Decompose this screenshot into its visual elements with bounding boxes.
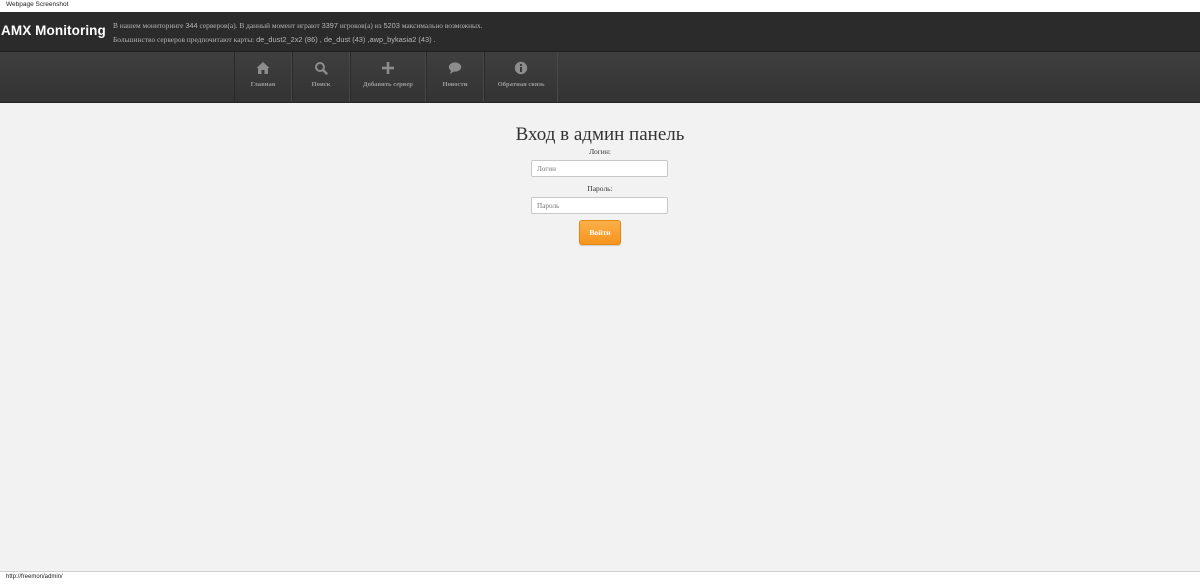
info-icon [514, 61, 528, 75]
stats-text: максимально возможных. [401, 21, 483, 30]
comment-icon [448, 62, 462, 74]
search-icon [315, 62, 328, 75]
player-count: 3397 [321, 21, 339, 30]
main-content: Вход в админ панель Логин: Пароль: Войти [0, 103, 1200, 571]
nav-item-feedback[interactable]: Обратная связь [484, 52, 558, 102]
nav-label: Поиск [311, 81, 331, 88]
password-input[interactable] [531, 197, 668, 214]
nav-label: Добавить сервер [363, 81, 413, 88]
server-count: 344 [185, 21, 198, 30]
max-player-count: 5203 [383, 21, 400, 30]
stats-line-2: Большинство серверов предпочитают карты:… [113, 33, 483, 47]
stats-line-1: В нашем мониторинге 344 серверов(а). В д… [113, 19, 483, 33]
nav-item-search[interactable]: Поиск [292, 52, 350, 102]
stats-text: Большинство серверов предпочитают карты: [113, 35, 255, 44]
page-title: Вход в админ панель [515, 124, 685, 145]
popular-maps: de_dust2_2x2 (86) , de_dust (43) ,awp_by… [256, 35, 436, 44]
status-bar-url: http://freemon/admin/ [0, 571, 1200, 584]
stats-text: игроков(а) из [339, 21, 382, 30]
login-button[interactable]: Войти [579, 220, 621, 245]
nav-label: Новости [442, 81, 468, 88]
login-input[interactable] [531, 160, 668, 177]
nav-item-news[interactable]: Новости [426, 52, 484, 102]
nav-label: Главная [250, 81, 276, 88]
nav-item-add-server[interactable]: Добавить сервер [350, 52, 426, 102]
server-stats: В нашем мониторинге 344 серверов(а). В д… [113, 19, 483, 47]
site-logo-text[interactable]: AMX Monitoring [1, 23, 106, 38]
home-icon [256, 62, 270, 74]
site-header: AMX Monitoring В нашем мониторинге 344 с… [0, 12, 1200, 52]
plus-icon [382, 62, 394, 74]
password-label: Пароль: [587, 184, 613, 193]
stats-text: В нашем мониторинге [113, 21, 184, 30]
nav-item-home[interactable]: Главная [234, 52, 292, 102]
stats-text: серверов(а). В данный момент играют [199, 21, 320, 30]
screenshot-caption: Webpage Screenshot [0, 0, 1200, 12]
login-label: Логин: [589, 147, 611, 156]
nav-label: Обратная связь [497, 81, 545, 88]
main-navigation: Главная Поиск Добавить сервер Новости Об… [0, 52, 1200, 103]
